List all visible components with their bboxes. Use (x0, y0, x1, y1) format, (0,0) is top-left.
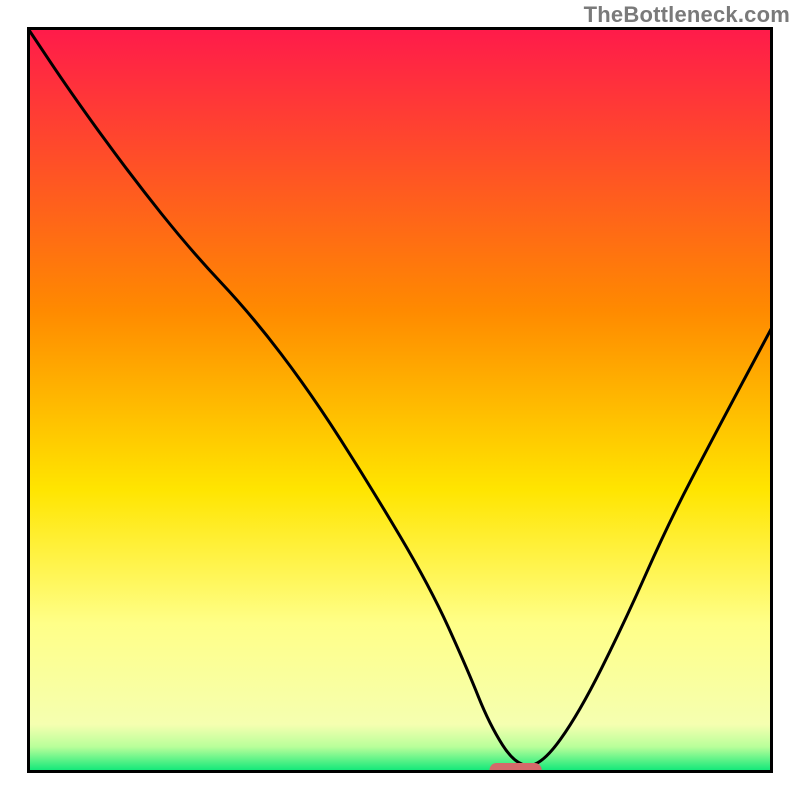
watermark-text: TheBottleneck.com (584, 2, 790, 28)
chart-frame (27, 27, 773, 773)
chart-background (27, 27, 773, 773)
chart-canvas: TheBottleneck.com (0, 0, 800, 800)
chart-svg (27, 27, 773, 773)
